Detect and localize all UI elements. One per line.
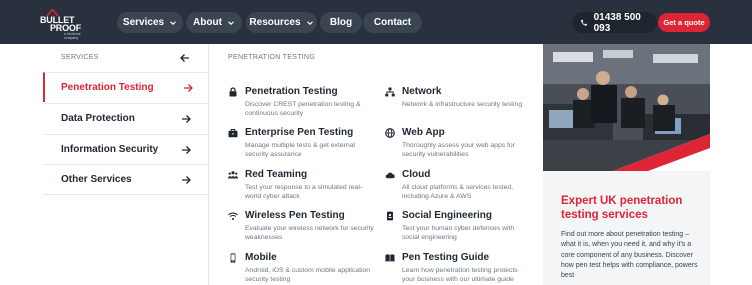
promo-panel: Expert UK penetration testing services F… bbox=[543, 44, 710, 285]
sidebar-item-data-protection[interactable]: Data Protection bbox=[43, 103, 208, 133]
users-icon bbox=[228, 171, 238, 179]
nav-services[interactable]: Services bbox=[117, 12, 183, 33]
logo-tagline: a Ventcore company bbox=[64, 32, 81, 40]
sidebar-item-other-services[interactable]: Other Services bbox=[43, 164, 208, 194]
service-description: Test your response to a simulated real-w… bbox=[245, 184, 363, 200]
arrow-right-icon bbox=[182, 146, 191, 154]
sidebar-item-penetration-testing[interactable]: Penetration Testing bbox=[43, 72, 208, 102]
services-sidebar: SERVICES Penetration Testing Data Protec… bbox=[43, 44, 209, 285]
service-title: Mobile bbox=[245, 252, 277, 263]
service-description: Learn how penetration testing protects y… bbox=[402, 267, 518, 283]
service-description: Manage multiple tests & get external sec… bbox=[245, 142, 355, 158]
back-arrow-icon[interactable] bbox=[179, 52, 191, 64]
service-description: Thoroughly assess your web apps for secu… bbox=[402, 142, 515, 158]
wifi-icon bbox=[228, 212, 238, 220]
service-title: Wireless Pen Testing bbox=[245, 210, 345, 221]
phone-icon bbox=[581, 19, 588, 26]
sidebar-item-label: Information Security bbox=[61, 144, 159, 155]
team-photo bbox=[543, 44, 710, 171]
phone-button[interactable]: 01438 500 093 bbox=[572, 11, 657, 34]
lock-icon bbox=[229, 87, 237, 97]
arrow-right-icon bbox=[182, 115, 191, 123]
nav-about[interactable]: About bbox=[186, 12, 242, 33]
top-navigation: BULLET PROOF a Ventcore company Services… bbox=[0, 0, 752, 44]
arrow-right-icon bbox=[182, 176, 191, 184]
service-description: Network & infrastructure security testin… bbox=[402, 101, 523, 108]
mobile-icon bbox=[230, 253, 236, 263]
service-title: Pen Testing Guide bbox=[402, 252, 490, 263]
chevron-down-icon bbox=[306, 20, 313, 25]
nav-resources[interactable]: Resources bbox=[246, 12, 317, 33]
section-heading: PENETRATION TESTING bbox=[228, 54, 316, 61]
globe-icon bbox=[385, 128, 395, 138]
nav-resources-label: Resources bbox=[249, 17, 301, 28]
service-title: Web App bbox=[402, 127, 445, 138]
sidebar-item-label: Data Protection bbox=[61, 113, 135, 124]
bulletproof-logo[interactable]: BULLET PROOF a Ventcore company bbox=[40, 9, 90, 40]
sidebar-item-label: Penetration Testing bbox=[61, 82, 154, 93]
team-photo-illustration bbox=[543, 44, 710, 171]
service-title: Social Engineering bbox=[402, 210, 493, 221]
sidebar-divider bbox=[43, 194, 208, 195]
service-title: Penetration Testing bbox=[245, 86, 338, 97]
get-a-quote-button[interactable]: Get a quote bbox=[658, 13, 710, 32]
id-badge-icon bbox=[387, 211, 393, 221]
service-description: Android, iOS & custom mobile application… bbox=[245, 267, 371, 283]
cloud-icon bbox=[385, 172, 395, 179]
service-title: Cloud bbox=[402, 169, 431, 180]
sidebar-item-label: Other Services bbox=[61, 174, 132, 185]
sidebar-header: SERVICES bbox=[43, 44, 208, 72]
service-title: Red Teaming bbox=[245, 169, 308, 180]
sidebar-item-information-security[interactable]: Information Security bbox=[43, 134, 208, 164]
phone-number: 01438 500 093 bbox=[593, 11, 641, 34]
service-description: Test your human cyber defences with soci… bbox=[402, 225, 515, 241]
nav-blog[interactable]: Blog bbox=[320, 12, 362, 33]
sidebar-heading: SERVICES bbox=[61, 54, 99, 61]
chevron-down-icon bbox=[170, 20, 176, 25]
briefcase-icon bbox=[228, 128, 238, 138]
nav-contact[interactable]: Contact bbox=[363, 12, 422, 33]
nav-about-label: About bbox=[193, 17, 222, 28]
nav-services-label: Services bbox=[122, 17, 165, 28]
panel-title: Expert UK penetration testing services bbox=[561, 195, 683, 221]
service-description: Evaluate your wireless network for secur… bbox=[245, 225, 374, 241]
service-description: Discover CREST penetration testing & con… bbox=[245, 101, 361, 117]
nav-blog-label: Blog bbox=[329, 17, 353, 28]
service-title: Enterprise Pen Testing bbox=[245, 127, 354, 138]
service-description: All cloud platforms & services tested, i… bbox=[402, 184, 514, 200]
chevron-down-icon bbox=[228, 20, 234, 25]
book-icon bbox=[385, 254, 395, 262]
network-icon bbox=[385, 87, 395, 97]
panel-text: Find out more about penetration testing … bbox=[561, 231, 698, 280]
service-title: Network bbox=[402, 86, 442, 97]
nav-contact-label: Contact bbox=[373, 17, 412, 28]
arrow-right-icon bbox=[184, 84, 193, 92]
